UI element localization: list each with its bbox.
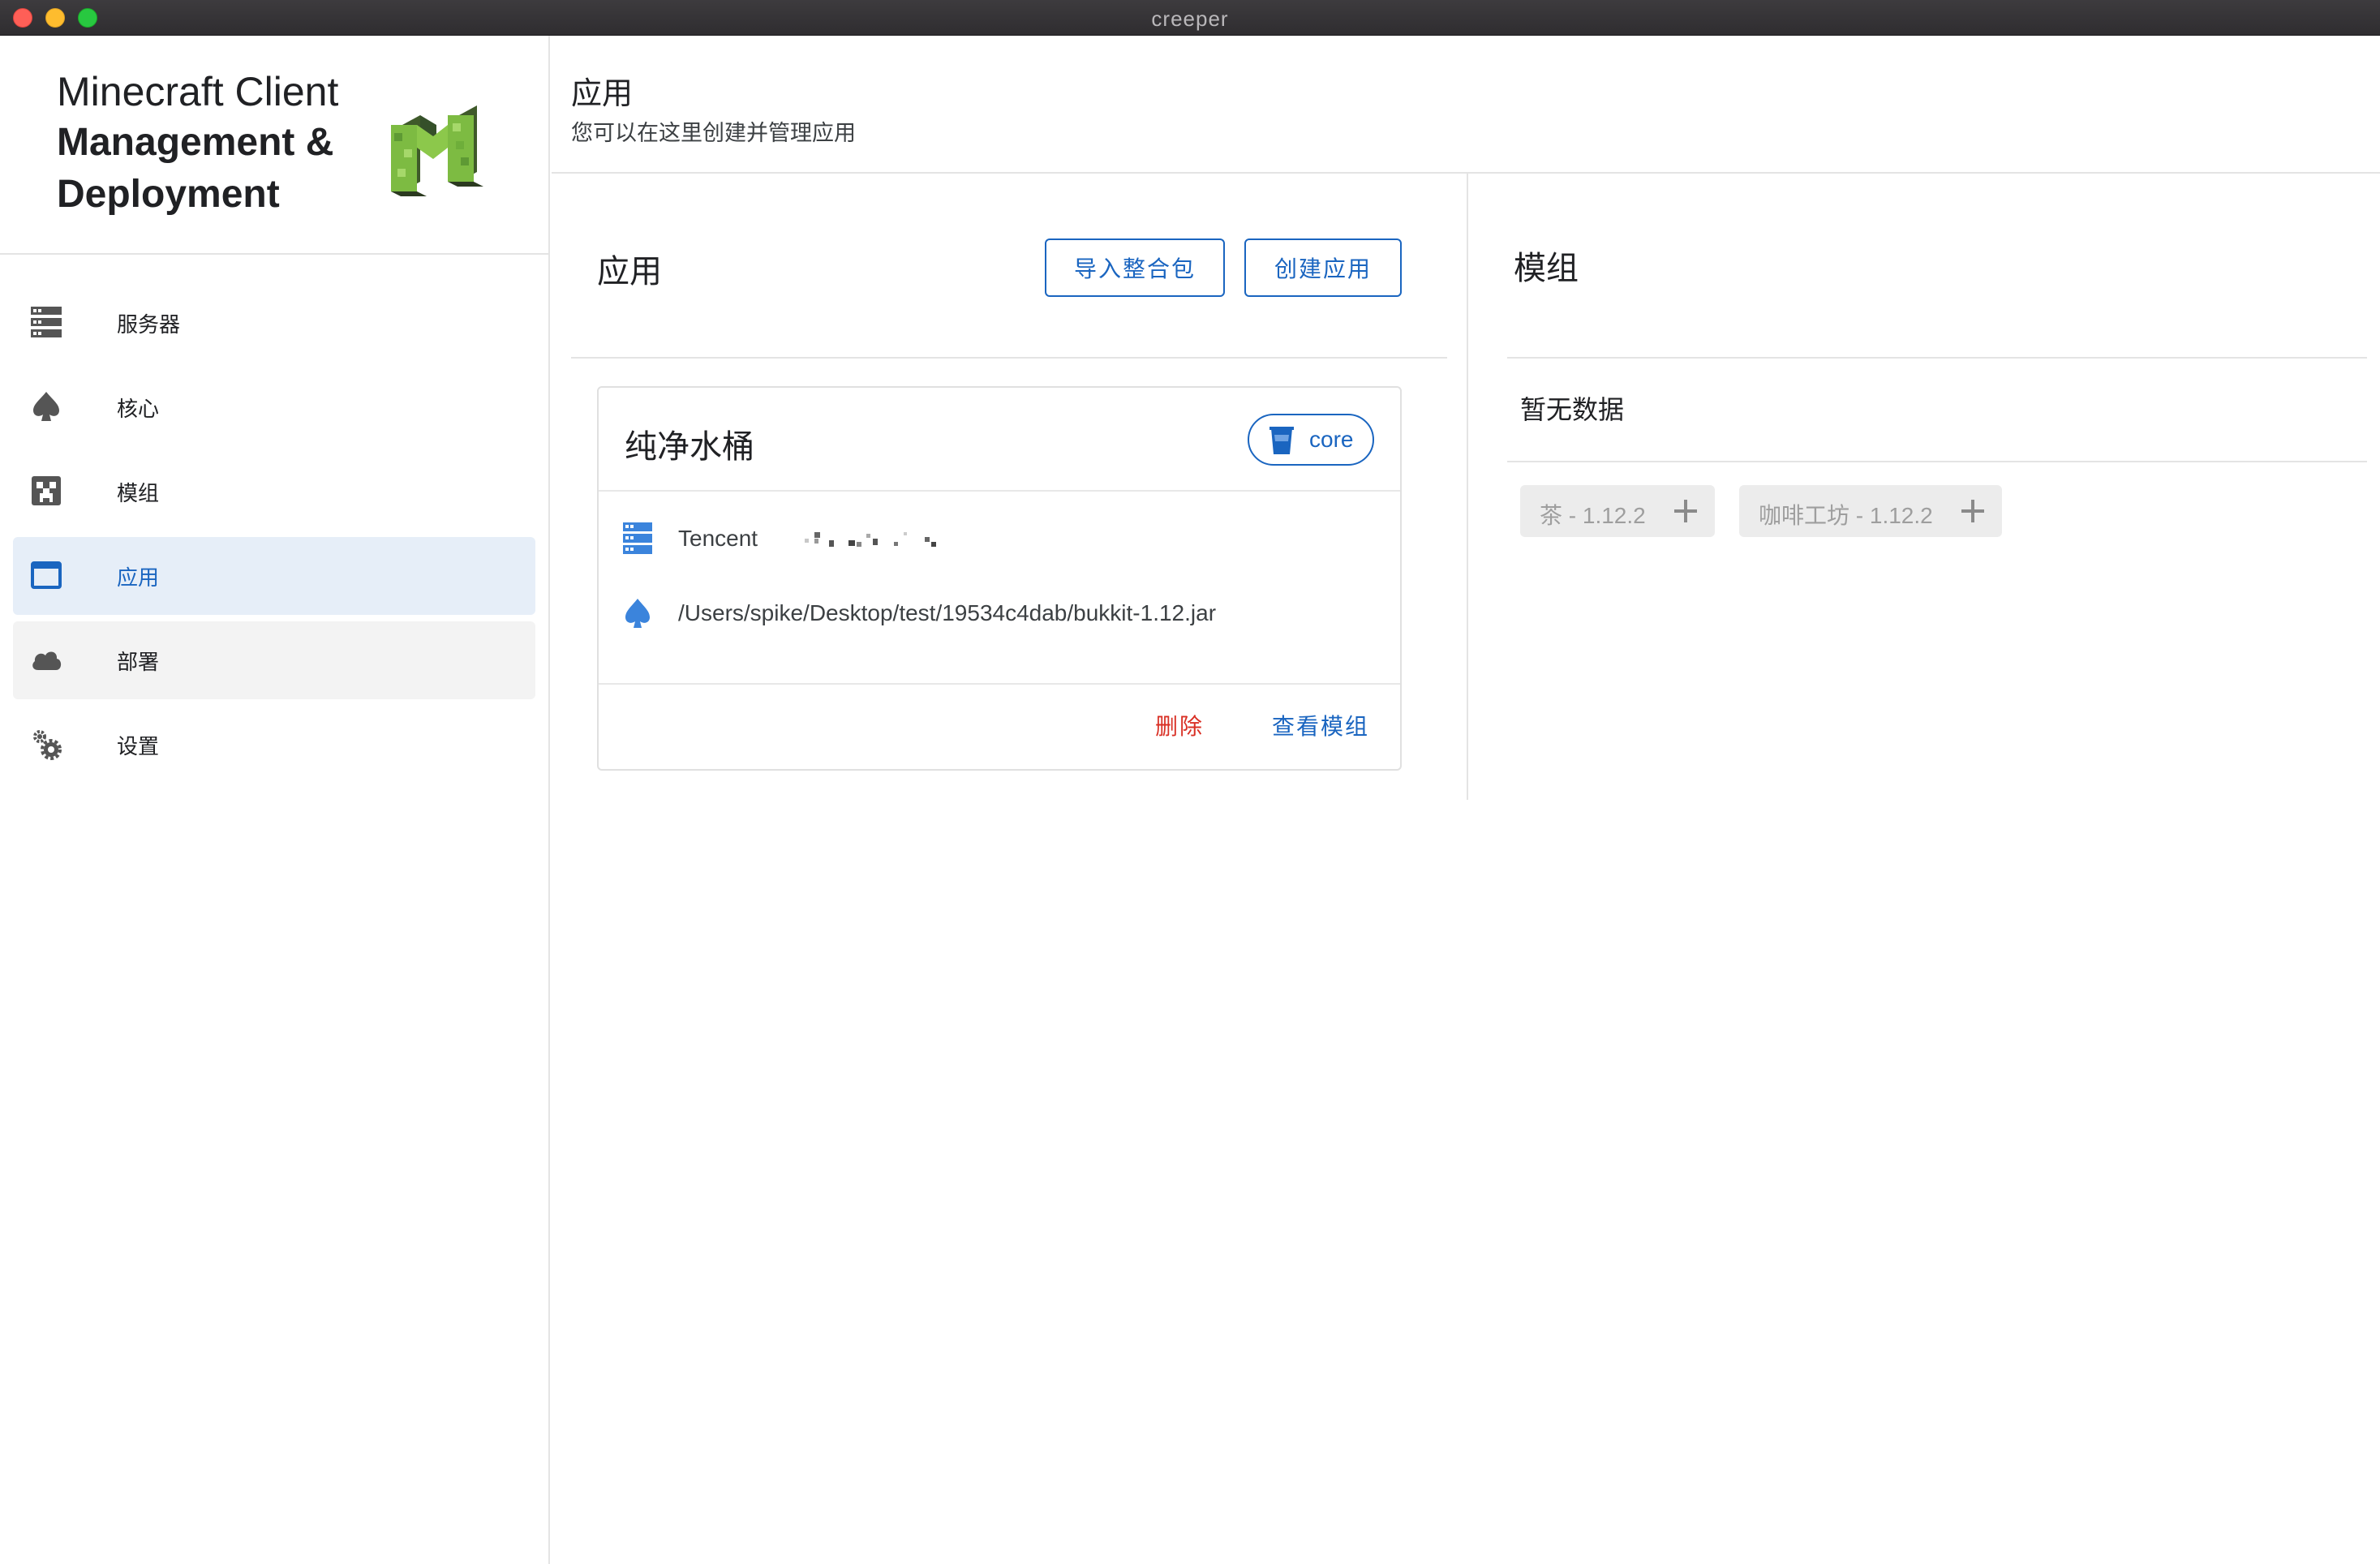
main-content: 应用 您可以在这里创建并管理应用 应用 导入整合包 创建应用 纯净水桶 core <box>552 36 2380 1564</box>
mod-chip-label: 茶 - 1.12.2 <box>1540 503 1646 528</box>
app-name: 纯净水桶 <box>625 429 754 465</box>
mods-panel-title: 模组 <box>1514 251 1579 286</box>
page-header: 应用 您可以在这里创建并管理应用 <box>552 36 2380 174</box>
window-title: creeper <box>1151 6 1229 31</box>
mod-chip-tea[interactable]: 茶 - 1.12.2 <box>1520 485 1715 537</box>
window-icon <box>31 561 62 589</box>
sidebar-item-deploy[interactable]: 部署 <box>13 621 535 699</box>
apps-panel: 应用 导入整合包 创建应用 纯净水桶 core Tencent /Users/s… <box>552 174 1468 800</box>
plus-icon[interactable] <box>1673 498 1699 524</box>
window-titlebar: creeper <box>0 0 2380 36</box>
sidebar-item-label: 服务器 <box>117 312 181 337</box>
plus-icon[interactable] <box>1960 498 1986 524</box>
sidebar-item-core[interactable]: 核心 <box>13 368 535 446</box>
brand-title-line1: Minecraft Client <box>57 69 339 114</box>
sidebar-item-servers[interactable]: 服务器 <box>13 284 535 362</box>
sidebar-item-mods[interactable]: 模组 <box>13 453 535 531</box>
sidebar-item-label: 部署 <box>117 649 160 674</box>
brand-title-line2: Management & <box>57 121 334 164</box>
app-card: 纯净水桶 core Tencent /Users/spike/Desktop/t… <box>597 386 1402 771</box>
brand-header: Minecraft Client Management & Deployment <box>0 36 548 255</box>
app-server-row: Tencent <box>599 516 1400 565</box>
divider <box>599 683 1400 685</box>
server-icon <box>623 522 652 554</box>
import-modpack-button[interactable]: 导入整合包 <box>1045 238 1225 297</box>
redacted-address-image <box>805 532 936 547</box>
core-chip[interactable]: core <box>1248 414 1374 466</box>
server-icon <box>31 307 62 337</box>
app-core-path: /Users/spike/Desktop/test/19534c4dab/buk… <box>678 600 1217 625</box>
delete-app-button[interactable]: 删除 <box>1155 709 1204 741</box>
sidebar-item-label: 设置 <box>117 733 160 758</box>
gears-icon <box>33 730 62 760</box>
core-chip-label: core <box>1309 427 1354 452</box>
sidebar-item-label: 应用 <box>117 565 160 590</box>
page-title: 应用 <box>571 77 634 111</box>
app-server-name: Tencent <box>678 526 758 551</box>
app-card-header: 纯净水桶 core <box>599 388 1400 492</box>
create-app-button[interactable]: 创建应用 <box>1244 238 1402 297</box>
cloud-icon <box>32 651 62 670</box>
spade-icon <box>625 599 650 628</box>
mods-panel: 模组 暂无数据 茶 - 1.12.2 咖啡工坊 - 1.12.2 <box>1468 174 2380 800</box>
spade-icon <box>33 392 59 421</box>
divider <box>1507 357 2367 359</box>
sidebar-item-label: 核心 <box>117 396 160 421</box>
sidebar-item-apps[interactable]: 应用 <box>13 537 535 615</box>
sidebar: Minecraft Client Management & Deployment <box>0 36 550 1564</box>
mods-empty-text: 暂无数据 <box>1520 395 1625 424</box>
app-core-row: /Users/spike/Desktop/test/19534c4dab/buk… <box>599 591 1400 639</box>
divider <box>1507 461 2367 462</box>
brand-title-line3: Deployment <box>57 173 280 216</box>
sidebar-item-label: 模组 <box>117 480 160 505</box>
sidebar-nav: 服务器 核心 模组 应用 部署 设置 <box>0 284 548 790</box>
sidebar-item-settings[interactable]: 设置 <box>13 706 535 784</box>
creeper-face-icon <box>32 476 61 505</box>
mod-chip-coffee-workshop[interactable]: 咖啡工坊 - 1.12.2 <box>1739 485 2002 537</box>
minecraft-logo-icon <box>391 105 483 196</box>
mod-chip-label: 咖啡工坊 - 1.12.2 <box>1759 503 1933 528</box>
page-subtitle: 您可以在这里创建并管理应用 <box>571 121 856 145</box>
divider <box>571 357 1447 359</box>
bucket-icon <box>1269 427 1294 454</box>
view-mods-button[interactable]: 查看模组 <box>1272 709 1369 741</box>
apps-panel-title: 应用 <box>597 254 662 290</box>
